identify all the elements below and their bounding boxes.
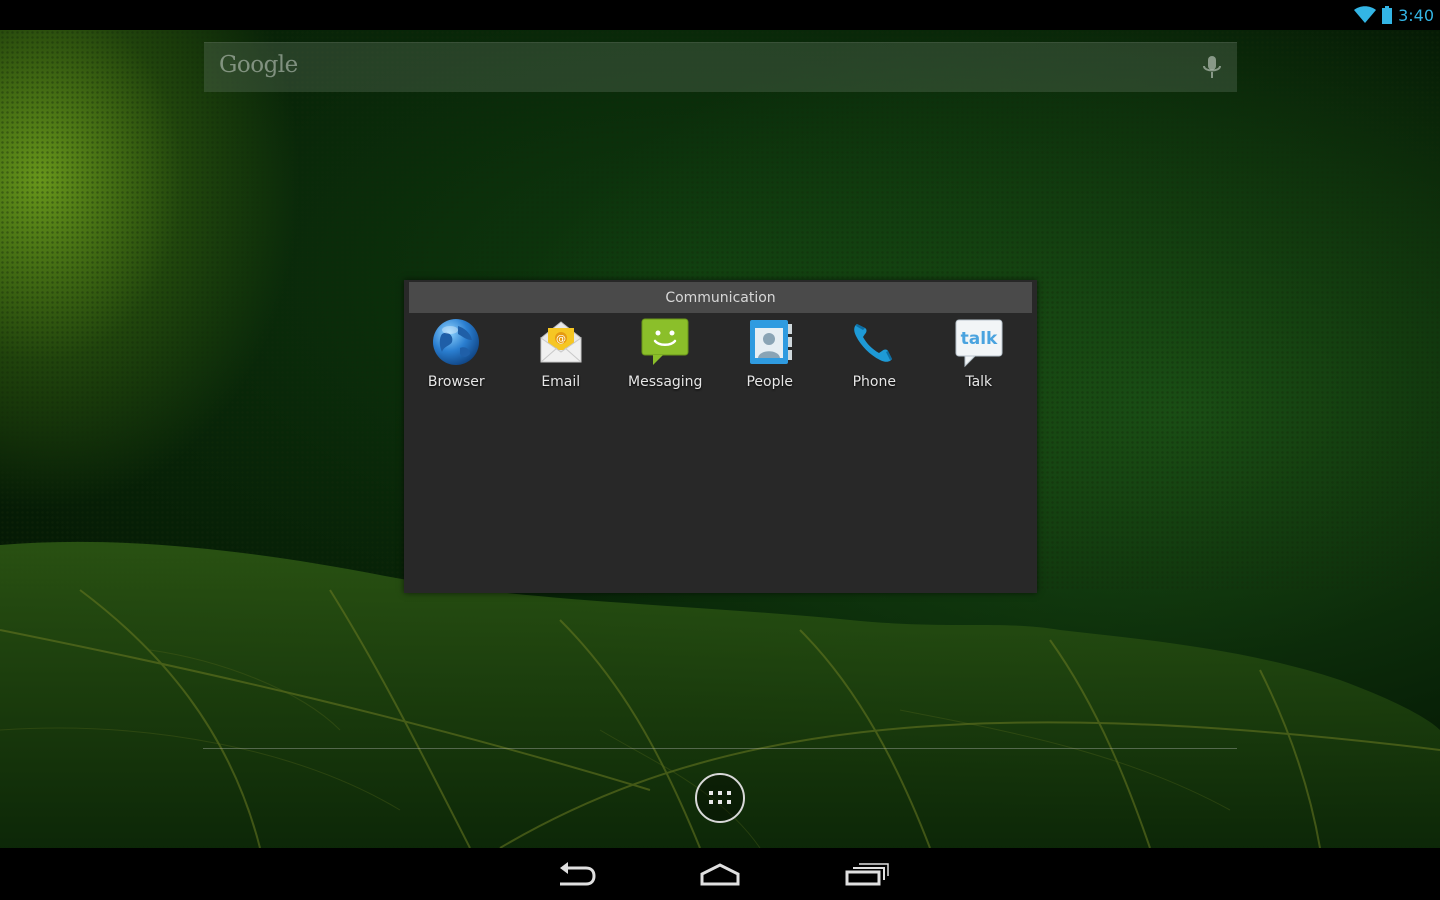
- status-icons: 3:40: [1354, 3, 1434, 27]
- svg-text:@: @: [556, 334, 566, 345]
- folder-title-bar[interactable]: Communication: [409, 282, 1032, 313]
- home-screen: 3:40 Google Communication Browser @ Emai…: [0, 0, 1440, 900]
- talk-icon: talk: [955, 319, 1003, 368]
- status-clock: 3:40: [1398, 5, 1434, 25]
- app-email[interactable]: @ Email: [509, 316, 614, 390]
- navigation-bar: [0, 848, 1440, 900]
- app-label-messaging: Messaging: [628, 374, 703, 390]
- messaging-icon: [641, 318, 689, 365]
- folder-title: Communication: [665, 289, 776, 306]
- app-people[interactable]: People: [718, 316, 823, 390]
- battery-icon: [1382, 6, 1393, 24]
- recents-icon[interactable]: [842, 858, 890, 890]
- phone-icon: [854, 324, 893, 362]
- all-apps-icon[interactable]: [694, 772, 746, 824]
- hotseat-divider: [203, 748, 1237, 749]
- browser-icon: [433, 319, 480, 365]
- back-icon[interactable]: [552, 858, 600, 890]
- folder-apps: Browser @ Email Messaging People Phone t…: [404, 316, 1037, 390]
- google-search-bar[interactable]: Google: [204, 42, 1237, 92]
- app-browser[interactable]: Browser: [404, 316, 509, 390]
- app-label-talk: Talk: [965, 374, 993, 390]
- google-logo: Google: [219, 52, 298, 78]
- app-label-phone: Phone: [852, 374, 896, 390]
- people-icon: [749, 320, 792, 364]
- folder-communication: Communication Browser @ Email Messaging …: [404, 280, 1037, 593]
- wifi-icon: [1354, 6, 1377, 23]
- app-phone[interactable]: Phone: [822, 316, 927, 390]
- mic-icon[interactable]: [1201, 54, 1223, 82]
- app-talk[interactable]: talk Talk: [927, 316, 1032, 390]
- app-label-browser: Browser: [427, 374, 485, 390]
- app-label-people: People: [746, 374, 793, 390]
- home-icon[interactable]: [696, 858, 744, 890]
- status-bar: 3:40: [0, 0, 1440, 30]
- email-icon: @: [540, 321, 582, 363]
- app-messaging[interactable]: Messaging: [613, 316, 718, 390]
- talk-icon-text: talk: [960, 329, 997, 349]
- app-label-email: Email: [541, 374, 581, 390]
